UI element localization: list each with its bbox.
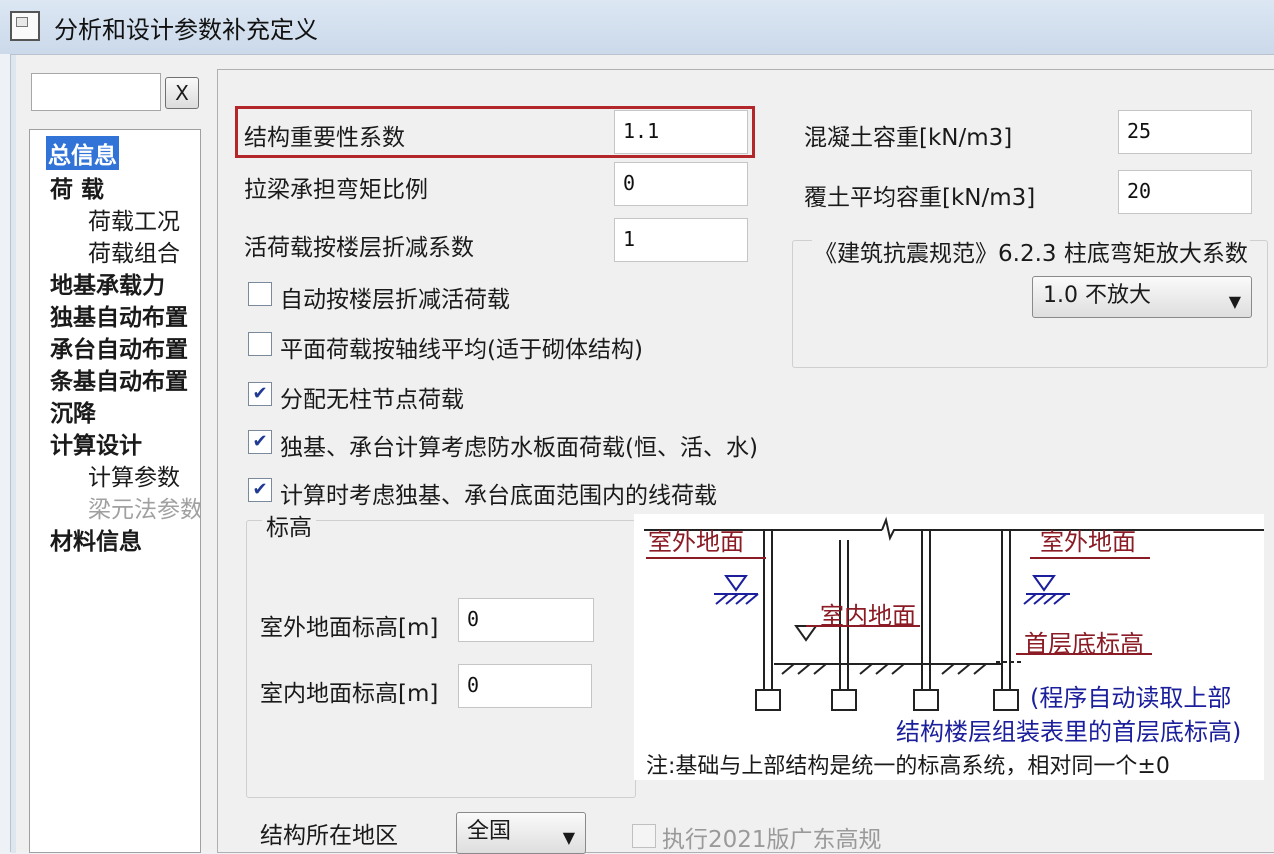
seismic-factor-select[interactable]: 1.0 不放大 ▼ — [1032, 276, 1252, 318]
checkbox-line-load[interactable]: ✔ — [248, 478, 272, 502]
diagram-outdoor-left: 室外地面 — [648, 528, 744, 556]
indoor-elevation-input[interactable]: 0 — [458, 664, 592, 708]
tree-item-calc-params[interactable]: 计算参数 — [88, 458, 180, 492]
seismic-factor-label: 《建筑抗震规范》6.2.3 柱底弯矩放大系数 — [812, 234, 1250, 268]
soil-density-label: 覆土平均容重[kN/m3] — [804, 185, 1036, 211]
app-icon — [10, 11, 40, 41]
tree-item-general[interactable]: 总信息 — [46, 136, 119, 170]
search-input[interactable] — [31, 73, 161, 111]
checkbox-axis-average[interactable] — [248, 332, 272, 356]
checkbox-waterproof[interactable]: ✔ — [248, 430, 272, 454]
nav-tree[interactable]: 总信息 荷 载 荷载工况 荷载组合 地基承载力 独基自动布置 承台自动布置 条基… — [29, 129, 201, 853]
tie-beam-label: 拉梁承担弯矩比例 — [244, 177, 428, 203]
live-reduction-input[interactable]: 1 — [614, 218, 748, 262]
diagram-outdoor-right: 室外地面 — [1040, 528, 1136, 556]
tree-item-settlement[interactable]: 沉降 — [50, 394, 96, 428]
tree-item-pile-cap[interactable]: 承台自动布置 — [50, 330, 188, 364]
diagram-auto-note-1: (程序自动读取上部 — [1030, 684, 1232, 712]
checkbox-guangdong-label: 执行2021版广东高规 — [662, 827, 882, 853]
indoor-elevation-label: 室内地面标高[m] — [260, 681, 439, 707]
tree-item-material[interactable]: 材料信息 — [50, 522, 142, 556]
concrete-density-label: 混凝土容重[kN/m3] — [804, 125, 1013, 151]
region-label: 结构所在地区 — [260, 823, 398, 849]
tree-item-load-combos[interactable]: 荷载组合 — [88, 234, 180, 268]
region-value: 全国 — [467, 819, 512, 844]
diagram-indoor: 室内地面 — [820, 602, 916, 630]
checkbox-node-load-label: 分配无柱节点荷载 — [280, 387, 464, 413]
live-reduction-label: 活荷载按楼层折减系数 — [244, 235, 474, 261]
tree-item-isolated-footing[interactable]: 独基自动布置 — [50, 298, 188, 332]
soil-density-input[interactable]: 20 — [1118, 170, 1252, 214]
checkbox-line-load-label: 计算时考虑独基、承台底面范围内的线荷载 — [280, 483, 717, 509]
importance-factor-label: 结构重要性系数 — [244, 125, 405, 151]
diagram-auto-note-2: 结构楼层组装表里的首层底标高) — [896, 718, 1242, 746]
region-select[interactable]: 全国 ▼ — [456, 812, 586, 854]
outdoor-elevation-label: 室外地面标高[m] — [260, 615, 439, 641]
tree-item-bearing-capacity[interactable]: 地基承载力 — [50, 266, 165, 300]
tree-item-load-cases[interactable]: 荷载工况 — [88, 202, 180, 236]
checkbox-waterproof-label: 独基、承台计算考虑防水板面荷载(恒、活、水) — [280, 435, 758, 461]
checkbox-auto-reduce-label: 自动按楼层折减活荷载 — [280, 287, 510, 313]
frame-edge — [11, 55, 16, 853]
checkbox-node-load[interactable]: ✔ — [248, 382, 272, 406]
diagram-note: 注:基础与上部结构是统一的标高系统，相对同一个±0 — [646, 754, 1170, 779]
concrete-density-input[interactable]: 25 — [1118, 110, 1252, 154]
tree-item-beam-method: 梁元法参数 — [88, 497, 201, 523]
elevation-group-label: 标高 — [262, 508, 316, 542]
tree-item-strip-footing[interactable]: 条基自动布置 — [50, 362, 188, 396]
outdoor-elevation-input[interactable]: 0 — [458, 598, 594, 642]
elevation-group — [246, 520, 636, 798]
chevron-down-icon: ▼ — [562, 828, 575, 847]
settings-panel: 结构重要性系数 1.1 拉梁承担弯矩比例 0 活荷载按楼层折减系数 1 混凝土容… — [217, 69, 1274, 854]
title-bar[interactable]: 分析和设计参数补充定义 — [0, 0, 1274, 54]
checkbox-guangdong — [632, 824, 656, 848]
tie-beam-input[interactable]: 0 — [614, 162, 748, 206]
checkbox-axis-average-label: 平面荷载按轴线平均(适于砌体结构) — [280, 337, 643, 363]
tree-item-calc-design[interactable]: 计算设计 — [50, 426, 142, 460]
tree-item-load[interactable]: 荷 载 — [50, 170, 104, 204]
elevation-diagram: 室外地面 室外地面 室内地面 首层底标高 (程序自动读取上部 结构楼层组装表里的… — [634, 514, 1264, 780]
checkbox-auto-reduce[interactable] — [248, 282, 272, 306]
window-title: 分析和设计参数补充定义 — [54, 16, 318, 44]
chevron-down-icon: ▼ — [1228, 292, 1241, 311]
dialog-client: X 总信息 荷 载 荷载工况 荷载组合 地基承载力 独基自动布置 承台自动布置 … — [10, 54, 1274, 854]
diagram-first-floor: 首层底标高 — [1024, 630, 1144, 658]
seismic-factor-value: 1.0 不放大 — [1043, 283, 1151, 308]
clear-search-button[interactable]: X — [165, 77, 199, 109]
importance-factor-input[interactable]: 1.1 — [614, 110, 748, 154]
